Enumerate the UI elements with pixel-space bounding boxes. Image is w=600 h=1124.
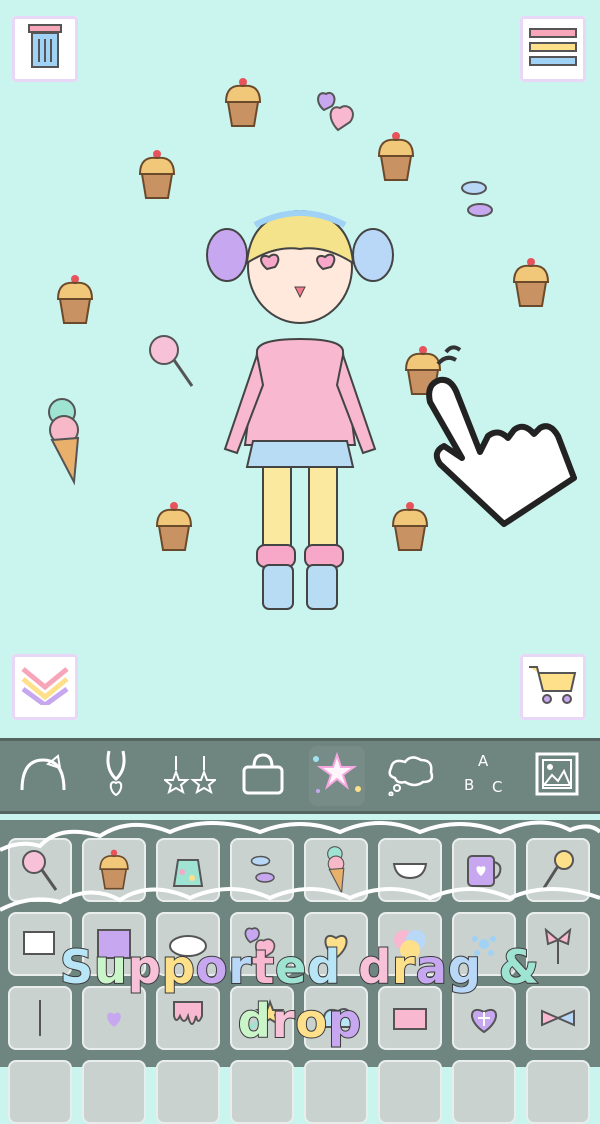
grid-item[interactable] — [156, 1060, 220, 1124]
cupcake-item[interactable] — [375, 130, 417, 188]
dressup-canvas[interactable] — [0, 0, 600, 735]
ice-cream-item[interactable] — [42, 396, 86, 490]
grid-item[interactable] — [230, 838, 294, 902]
tab-bags[interactable] — [235, 746, 291, 806]
svg-text:B: B — [464, 776, 474, 794]
abc-letters-icon: ABC — [460, 750, 508, 802]
collapse-chevron-icon — [19, 665, 71, 709]
doll-character[interactable] — [205, 205, 395, 619]
hearts-item[interactable] — [312, 88, 364, 140]
tab-sparkles[interactable] — [308, 746, 366, 806]
grid-item[interactable] — [304, 1060, 368, 1124]
shopping-cart-icon — [527, 663, 579, 711]
cupcake-item[interactable] — [54, 273, 96, 331]
grid-item[interactable] — [452, 1060, 516, 1124]
grid-item[interactable] — [8, 838, 72, 902]
menu-button[interactable] — [520, 16, 586, 82]
grid-item[interactable] — [526, 1060, 590, 1124]
grid-item[interactable] — [156, 838, 220, 902]
shop-button[interactable] — [520, 654, 586, 720]
tab-earrings[interactable] — [161, 746, 218, 806]
picture-frame-icon — [534, 751, 580, 801]
tab-headwear[interactable] — [15, 746, 71, 806]
tab-backgrounds[interactable] — [529, 746, 585, 806]
tab-speech-bubbles[interactable] — [382, 746, 438, 806]
grid-item[interactable] — [452, 838, 516, 902]
handbag-icon — [240, 751, 286, 801]
sparkle-stars-icon — [308, 749, 366, 803]
tab-letters[interactable]: ABC — [456, 746, 512, 806]
grid-item[interactable] — [526, 838, 590, 902]
lollipop-item[interactable] — [148, 334, 196, 394]
trash-icon — [23, 23, 67, 75]
feature-banner: Supported drag & drop — [0, 939, 600, 1049]
svg-text:A: A — [478, 752, 489, 770]
banner-text: Supported drag & drop — [59, 939, 540, 1049]
tab-necklace[interactable] — [88, 746, 144, 806]
grid-item[interactable] — [378, 838, 442, 902]
category-toolbar: ABC — [0, 738, 600, 814]
cupcake-item[interactable] — [222, 76, 264, 134]
menu-icon — [528, 25, 578, 73]
drag-hint-hand-icon — [418, 340, 578, 534]
headband-icon — [18, 754, 68, 798]
cupcake-item[interactable] — [136, 148, 178, 206]
grid-item[interactable] — [230, 1060, 294, 1124]
grid-item[interactable] — [82, 838, 146, 902]
grid-item[interactable] — [304, 838, 368, 902]
grid-item[interactable] — [378, 1060, 442, 1124]
svg-text:C: C — [492, 778, 502, 796]
trash-button[interactable] — [12, 16, 78, 82]
grid-item[interactable] — [8, 1060, 72, 1124]
necklace-icon — [101, 749, 131, 803]
cupcake-item[interactable] — [510, 256, 552, 314]
grid-item[interactable] — [82, 1060, 146, 1124]
thought-cloud-icon — [385, 752, 435, 800]
star-earrings-icon — [161, 754, 218, 798]
collapse-button[interactable] — [12, 654, 78, 720]
cupcake-item[interactable] — [153, 500, 195, 558]
candy-item[interactable] — [448, 180, 504, 224]
